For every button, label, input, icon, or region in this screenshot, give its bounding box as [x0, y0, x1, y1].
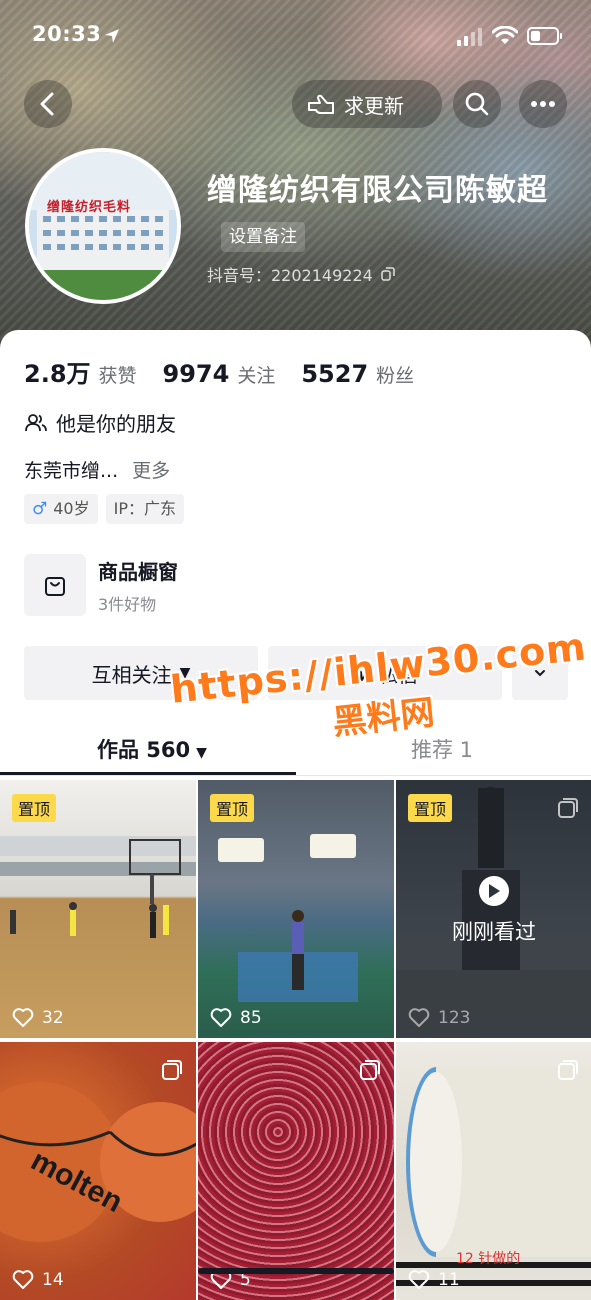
stat-likes[interactable]: 2.8万 获赞 — [24, 354, 137, 389]
avatar-image — [29, 152, 177, 300]
shopping-bag-icon — [45, 577, 65, 596]
video-thumbnail[interactable]: 置顶 32 — [0, 780, 196, 1038]
likes-count: 32 — [12, 1008, 64, 1028]
profile-name: 缯隆纺织有限公司陈敏超 — [207, 173, 548, 208]
profile-card: 2.8万 获赞 9974 关注 5527 粉丝 他是你的朋友 东莞市缯... 更多 ♂ 4… — [0, 330, 591, 1300]
likes-value: 123 — [438, 1008, 471, 1028]
bio-text: 东莞市缯... — [24, 460, 119, 482]
age-label: 40岁 — [53, 499, 90, 518]
shop-subtitle: 3件好物 — [98, 594, 157, 614]
shop-title: 商品橱窗 — [98, 559, 178, 584]
friend-label: 他是你的朋友 — [56, 412, 176, 436]
pinned-badge: 置顶 — [12, 794, 57, 822]
video-thumbnail[interactable]: 置顶 刚刚看过 123 — [396, 780, 591, 1038]
pinned-badge: 置顶 — [210, 794, 255, 822]
heart-icon — [12, 1270, 34, 1289]
bio: 东莞市缯... 更多 — [24, 456, 170, 483]
video-thumbnail[interactable]: 置顶 85 — [198, 780, 394, 1038]
likes-value: 11 — [438, 1270, 460, 1290]
home-indicator[interactable] — [198, 1268, 394, 1274]
recently-viewed-label: 刚刚看过 — [452, 920, 536, 944]
shop-window[interactable]: 商品橱窗 3件好物 — [24, 554, 178, 616]
search-button[interactable] — [453, 80, 501, 128]
pointing-hand-icon — [308, 94, 334, 114]
likes-count: 14 — [12, 1270, 64, 1290]
multi-image-icon — [360, 1060, 380, 1080]
stat-label: 获赞 — [98, 365, 137, 387]
heart-icon — [408, 1270, 430, 1289]
tab-recommend-label: 推荐 1 — [411, 738, 474, 762]
age-tag: ♂ 40岁 — [24, 494, 98, 524]
likes-count: 123 — [408, 1008, 470, 1028]
status-bar: 20:33 — [0, 22, 591, 54]
likes-value: 85 — [240, 1008, 262, 1028]
heart-icon — [210, 1008, 232, 1027]
request-update-label: 求更新 — [344, 93, 404, 118]
more-options-button[interactable] — [519, 80, 567, 128]
avatar-sign-text: 缯隆纺织毛料 — [47, 200, 132, 215]
recently-viewed-overlay: 刚刚看过 — [396, 876, 591, 946]
pinned-badge: 置顶 — [408, 794, 453, 822]
stat-value: 2.8万 — [24, 360, 91, 388]
top-nav: 求更新 — [0, 80, 591, 128]
request-update-button[interactable]: 求更新 — [292, 80, 442, 128]
stat-value: 5527 — [301, 360, 369, 388]
stat-value: 9974 — [162, 360, 230, 388]
ellipsis-icon — [531, 101, 555, 107]
battery-icon — [527, 27, 562, 45]
multi-image-icon — [558, 1060, 578, 1080]
stat-followers[interactable]: 5527 粉丝 — [301, 360, 414, 388]
tab-recommend[interactable]: 推荐 1 — [411, 734, 473, 764]
avatar[interactable]: 缯隆纺织毛料 — [25, 148, 181, 304]
thumbnail-caption: 12 针做的 — [456, 1251, 521, 1267]
multi-image-icon — [162, 1060, 182, 1080]
douyin-id-text: 抖音号：2202149224 — [207, 266, 373, 285]
stat-label: 关注 — [237, 365, 276, 387]
ip-label: IP：广东 — [113, 499, 176, 518]
status-time: 20:33 — [32, 22, 102, 46]
cell-signal-icon — [457, 28, 482, 46]
back-button[interactable] — [24, 80, 72, 128]
stats-row: 2.8万 获赞 9974 关注 5527 粉丝 — [24, 354, 440, 389]
friend-indicator: 他是你的朋友 — [24, 408, 176, 437]
heart-icon — [12, 1008, 34, 1027]
heart-icon — [408, 1008, 430, 1027]
video-thumbnail[interactable]: 5 — [198, 1042, 394, 1300]
likes-count: 85 — [210, 1008, 262, 1028]
profile-name-block: 缯隆纺织有限公司陈敏超设置备注 — [207, 168, 567, 260]
stat-following[interactable]: 9974 关注 — [163, 360, 276, 388]
location-arrow-icon — [105, 29, 119, 43]
likes-value: 32 — [42, 1008, 64, 1028]
play-icon — [479, 876, 509, 906]
tab-divider — [0, 775, 591, 776]
male-icon: ♂ — [32, 499, 48, 519]
profile-tags: ♂ 40岁 IP：广东 — [24, 494, 192, 524]
likes-value: 14 — [42, 1270, 64, 1290]
likes-count: 11 — [408, 1270, 460, 1290]
set-remark-button[interactable]: 设置备注 — [221, 222, 305, 252]
shop-icon-box — [24, 554, 86, 616]
wifi-icon — [492, 26, 518, 44]
video-thumbnail[interactable]: 12 针做的 11 — [396, 1042, 591, 1300]
basketballs-image: molten — [0, 1082, 196, 1242]
stat-label: 粉丝 — [376, 365, 415, 387]
video-thumbnail[interactable]: molten 14 — [0, 1042, 196, 1300]
multi-image-icon — [558, 798, 578, 818]
friends-icon — [25, 413, 47, 431]
chevron-left-icon — [40, 92, 54, 116]
bio-more-link[interactable]: 更多 — [132, 460, 170, 482]
douyin-id: 抖音号：2202149224 — [207, 262, 395, 286]
mutual-follow-label: 互相关注 — [91, 662, 172, 687]
search-icon — [465, 92, 489, 116]
copy-icon[interactable] — [381, 267, 395, 281]
ip-tag: IP：广东 — [105, 494, 184, 524]
